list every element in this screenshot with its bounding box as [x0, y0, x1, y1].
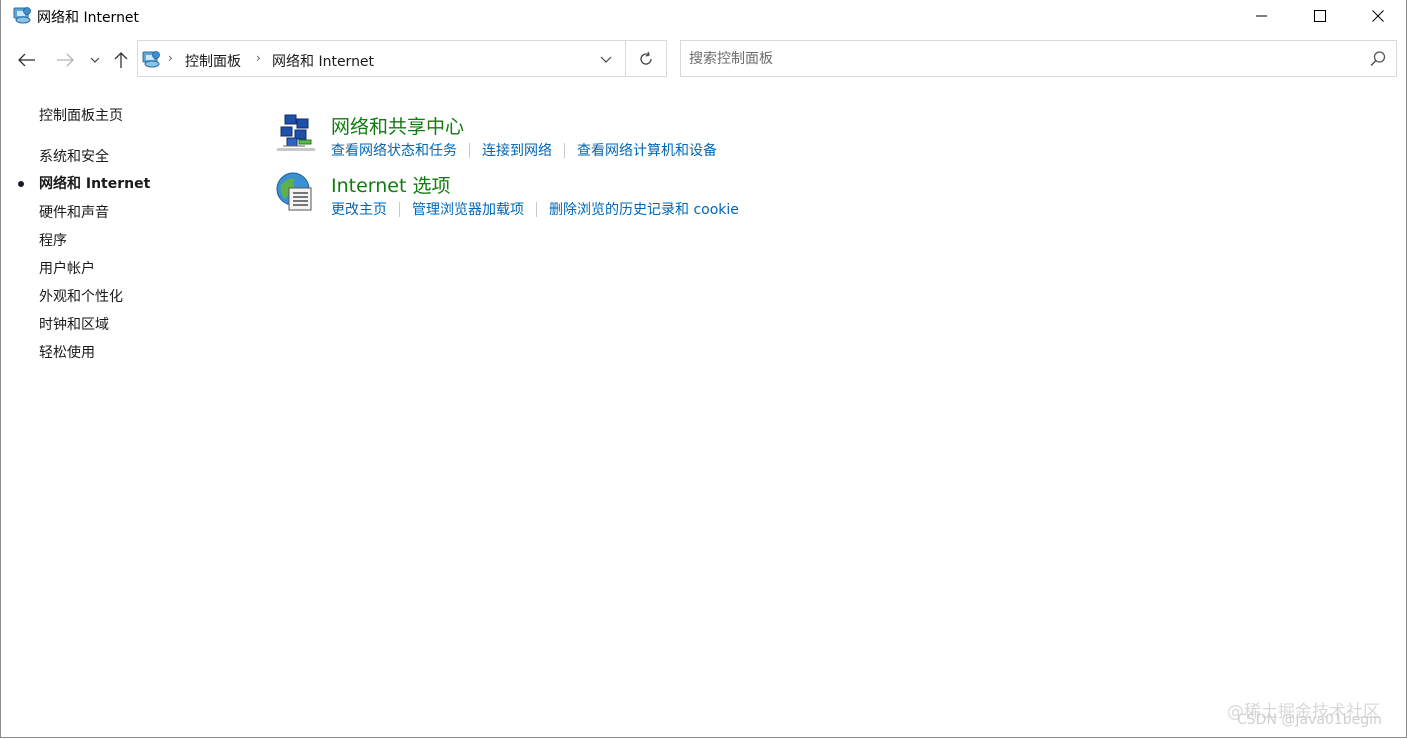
- sidebar-item-hardware-sound[interactable]: 硬件和声音: [39, 202, 109, 222]
- title-bar: 网络和 Internet: [1, 0, 1406, 32]
- sidebar-item-ease-of-access[interactable]: 轻松使用: [39, 342, 95, 362]
- breadcrumb-control-panel[interactable]: 控制面板: [185, 51, 241, 71]
- link-view-network-computers[interactable]: 查看网络计算机和设备: [577, 140, 717, 160]
- link-connect-to-network[interactable]: 连接到网络: [482, 140, 552, 160]
- recent-locations-button[interactable]: [86, 48, 104, 72]
- sidebar-item-appearance[interactable]: 外观和个性化: [39, 286, 123, 306]
- search-input[interactable]: [689, 49, 1349, 69]
- internet-options-links: 更改主页 管理浏览器加载项 删除浏览的历史记录和 cookie: [331, 199, 739, 219]
- breadcrumb-separator-icon[interactable]: ›: [256, 51, 261, 65]
- link-delete-browsing-history[interactable]: 删除浏览的历史记录和 cookie: [549, 199, 739, 219]
- navigation-bar: › 控制面板 › 网络和 Internet: [1, 38, 1406, 80]
- close-button[interactable]: [1349, 0, 1406, 32]
- internet-options-icon: [275, 171, 317, 213]
- link-separator: [564, 142, 565, 158]
- breadcrumb-separator-icon[interactable]: ›: [168, 51, 173, 65]
- arrow-up-icon: [114, 52, 128, 68]
- maximize-button[interactable]: [1291, 0, 1349, 32]
- arrow-left-icon: [18, 53, 35, 67]
- close-icon: [1372, 10, 1384, 22]
- chevron-down-icon: [90, 57, 100, 63]
- link-separator: [469, 142, 470, 158]
- forward-button[interactable]: [53, 48, 77, 72]
- network-sharing-center-title[interactable]: 网络和共享中心: [331, 112, 464, 139]
- sidebar-item-clock-region[interactable]: 时钟和区域: [39, 314, 109, 334]
- sidebar-item-programs[interactable]: 程序: [39, 230, 67, 250]
- maximize-icon: [1314, 10, 1326, 22]
- minimize-icon: [1256, 15, 1267, 17]
- control-panel-location-icon: [141, 49, 161, 69]
- window-title: 网络和 Internet: [37, 10, 140, 26]
- minimize-button[interactable]: [1233, 0, 1291, 32]
- watermark-csdn: CSDN @Java01begin: [1237, 712, 1382, 728]
- refresh-button[interactable]: [635, 48, 657, 70]
- network-sharing-center-icon: [275, 112, 317, 154]
- link-change-homepage[interactable]: 更改主页: [331, 199, 387, 219]
- link-manage-addons[interactable]: 管理浏览器加载项: [412, 199, 524, 219]
- link-view-network-status[interactable]: 查看网络状态和任务: [331, 140, 457, 160]
- internet-options-title[interactable]: Internet 选项: [331, 171, 450, 198]
- sidebar-item-user-accounts[interactable]: 用户帐户: [39, 258, 95, 278]
- chevron-down-icon: [600, 56, 612, 63]
- link-separator: [536, 201, 537, 217]
- search-icon[interactable]: [1369, 50, 1387, 68]
- sidebar-item-system-security[interactable]: 系统和安全: [39, 146, 109, 166]
- sidebar-item-control-panel-home[interactable]: 控制面板主页: [39, 105, 123, 125]
- address-divider: [625, 41, 626, 76]
- search-box[interactable]: [680, 40, 1397, 77]
- up-button[interactable]: [109, 48, 133, 72]
- refresh-icon: [640, 51, 652, 65]
- sidebar-item-network-internet[interactable]: 网络和 Internet: [39, 173, 150, 193]
- network-sharing-center-links: 查看网络状态和任务 连接到网络 查看网络计算机和设备: [331, 140, 717, 160]
- link-separator: [399, 201, 400, 217]
- active-bullet-icon: [18, 181, 24, 187]
- back-button[interactable]: [15, 48, 39, 72]
- address-bar[interactable]: › 控制面板 › 网络和 Internet: [137, 40, 667, 77]
- address-dropdown-button[interactable]: [596, 49, 616, 69]
- network-internet-icon: [12, 5, 32, 25]
- breadcrumb-network-internet[interactable]: 网络和 Internet: [272, 51, 374, 71]
- control-panel-window: 网络和 Internet › 控制面板 › 网络和 Internet 搜索控制面…: [0, 0, 1407, 738]
- arrow-right-icon: [57, 53, 74, 67]
